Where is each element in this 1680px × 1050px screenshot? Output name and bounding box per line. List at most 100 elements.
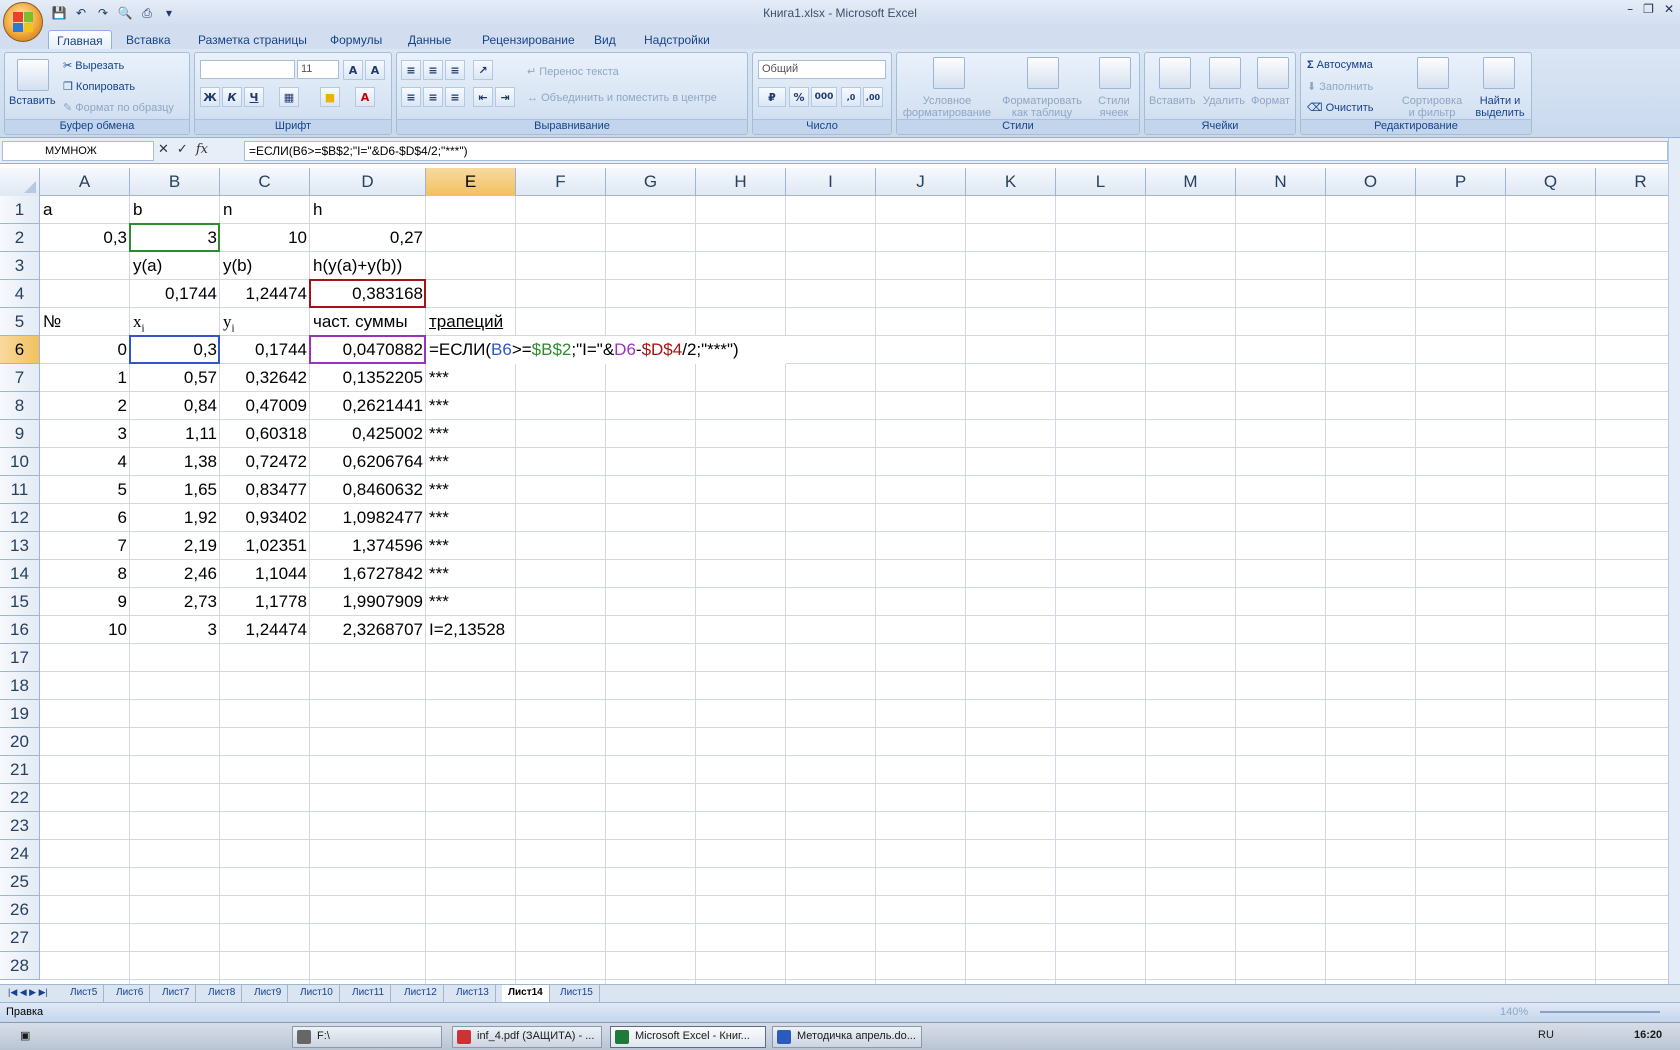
- cell-E14[interactable]: ***: [426, 560, 516, 588]
- row-header-8[interactable]: 8: [0, 392, 40, 420]
- cell-E7[interactable]: ***: [426, 364, 516, 392]
- enter-icon[interactable]: ✓: [177, 142, 188, 157]
- row-header-28[interactable]: 28: [0, 952, 40, 980]
- undo-icon[interactable]: ↶: [72, 4, 90, 22]
- cell-D8[interactable]: 0,2621441: [310, 392, 426, 420]
- sheet-tab-11[interactable]: Лист15: [554, 985, 600, 1002]
- row-header-16[interactable]: 16: [0, 616, 40, 644]
- sheet-tab-7[interactable]: Лист11: [346, 985, 392, 1002]
- select-all-corner[interactable]: [0, 168, 40, 196]
- column-header-Q[interactable]: Q: [1506, 168, 1596, 196]
- font-size-combo[interactable]: 11: [297, 60, 339, 79]
- cell-A12[interactable]: 6: [40, 504, 130, 532]
- cell-D13[interactable]: 1,374596: [310, 532, 426, 560]
- cell-D1[interactable]: h: [310, 196, 426, 224]
- percent-button[interactable]: %: [789, 87, 809, 107]
- align-left-icon[interactable]: ≡: [401, 87, 421, 107]
- insert-cells-button[interactable]: Вставить: [1149, 95, 1196, 107]
- align-center-icon[interactable]: ≡: [423, 87, 443, 107]
- cell-A9[interactable]: 3: [40, 420, 130, 448]
- cell-A11[interactable]: 5: [40, 476, 130, 504]
- sheet-tab-2[interactable]: Лист6: [110, 985, 151, 1002]
- tab-6[interactable]: Рецензирование: [474, 30, 583, 50]
- sheet-tab-6[interactable]: Лист10: [294, 985, 340, 1002]
- column-header-C[interactable]: C: [220, 168, 310, 196]
- currency-icon[interactable]: ₽: [758, 87, 786, 107]
- increase-decimal-icon[interactable]: ,0: [841, 87, 861, 107]
- taskbar-item-2[interactable]: inf_4.pdf (ЗАЩИТА) - ...: [452, 1026, 602, 1048]
- insert-function-icon[interactable]: fx: [196, 142, 208, 157]
- cell-A8[interactable]: 2: [40, 392, 130, 420]
- column-header-M[interactable]: M: [1146, 168, 1236, 196]
- column-header-O[interactable]: O: [1326, 168, 1416, 196]
- sheet-tab-1[interactable]: Лист5: [64, 985, 105, 1002]
- cell-styles-button[interactable]: Стили ячеек: [1091, 95, 1137, 119]
- cell-A2[interactable]: 0,3: [40, 224, 130, 252]
- font-name-combo[interactable]: [200, 60, 295, 79]
- row-header-24[interactable]: 24: [0, 840, 40, 868]
- row-header-11[interactable]: 11: [0, 476, 40, 504]
- cell-E10[interactable]: ***: [426, 448, 516, 476]
- font-color-icon[interactable]: A: [355, 87, 375, 107]
- row-header-1[interactable]: 1: [0, 196, 40, 224]
- column-header-J[interactable]: J: [876, 168, 966, 196]
- wrap-text-button[interactable]: ↵ Перенос текста: [527, 65, 619, 78]
- tab-2[interactable]: Вставка: [118, 30, 179, 50]
- increase-indent-icon[interactable]: ⇥: [495, 87, 515, 107]
- cell-C3[interactable]: y(b): [220, 252, 310, 280]
- number-format-combo[interactable]: Общий: [758, 60, 886, 79]
- column-header-A[interactable]: A: [40, 168, 130, 196]
- cell-D5[interactable]: част. суммы: [310, 308, 426, 336]
- row-header-3[interactable]: 3: [0, 252, 40, 280]
- restore-icon[interactable]: ❐: [1643, 2, 1654, 16]
- cell-C1[interactable]: n: [220, 196, 310, 224]
- taskbar-item-4[interactable]: Методичка апрель.do...: [772, 1026, 922, 1048]
- customize-qat-icon[interactable]: ▾: [160, 4, 178, 22]
- grow-font-icon[interactable]: A: [343, 60, 363, 80]
- cell-C11[interactable]: 0,83477: [220, 476, 310, 504]
- column-header-N[interactable]: N: [1236, 168, 1326, 196]
- clear-button[interactable]: ⌫ Очистить: [1307, 101, 1374, 114]
- close-icon[interactable]: ✕: [1664, 2, 1674, 16]
- cell-E5[interactable]: трапеций: [426, 308, 516, 336]
- column-header-B[interactable]: B: [130, 168, 220, 196]
- shrink-font-icon[interactable]: A: [365, 60, 385, 80]
- cell-E8[interactable]: ***: [426, 392, 516, 420]
- align-right-icon[interactable]: ≡: [445, 87, 465, 107]
- column-header-E[interactable]: E: [426, 168, 516, 196]
- row-header-6[interactable]: 6: [0, 336, 40, 364]
- cell-B15[interactable]: 2,73: [130, 588, 220, 616]
- print-icon[interactable]: ⎙: [138, 4, 156, 22]
- cell-D9[interactable]: 0,425002: [310, 420, 426, 448]
- autosum-button[interactable]: Σ Автосумма: [1307, 59, 1373, 71]
- column-header-F[interactable]: F: [516, 168, 606, 196]
- cell-A13[interactable]: 7: [40, 532, 130, 560]
- row-header-7[interactable]: 7: [0, 364, 40, 392]
- format-cells-button[interactable]: Формат: [1251, 95, 1290, 107]
- row-header-17[interactable]: 17: [0, 644, 40, 672]
- cell-D16[interactable]: 2,3268707: [310, 616, 426, 644]
- cell-B3[interactable]: y(a): [130, 252, 220, 280]
- align-middle-icon[interactable]: ≡: [423, 60, 443, 80]
- tab-5[interactable]: Данные: [400, 30, 459, 50]
- cell-E12[interactable]: ***: [426, 504, 516, 532]
- cell-B11[interactable]: 1,65: [130, 476, 220, 504]
- cell-D7[interactable]: 0,1352205: [310, 364, 426, 392]
- office-button[interactable]: [3, 2, 43, 42]
- row-header-22[interactable]: 22: [0, 784, 40, 812]
- column-header-K[interactable]: K: [966, 168, 1056, 196]
- thousands-button[interactable]: 000: [811, 87, 837, 107]
- tab-4[interactable]: Формулы: [322, 30, 390, 50]
- cell-E16[interactable]: I=2,13528: [426, 616, 516, 644]
- cell-C5[interactable]: yi: [220, 308, 310, 336]
- paste-button[interactable]: Вставить: [9, 95, 56, 107]
- cell-A5[interactable]: №: [40, 308, 130, 336]
- cell-A10[interactable]: 4: [40, 448, 130, 476]
- copy-button[interactable]: ❐ Копировать: [63, 80, 135, 93]
- row-header-19[interactable]: 19: [0, 700, 40, 728]
- cell-C14[interactable]: 1,1044: [220, 560, 310, 588]
- cell-B8[interactable]: 0,84: [130, 392, 220, 420]
- column-header-L[interactable]: L: [1056, 168, 1146, 196]
- tab-8[interactable]: Надстройки: [636, 30, 718, 50]
- row-header-20[interactable]: 20: [0, 728, 40, 756]
